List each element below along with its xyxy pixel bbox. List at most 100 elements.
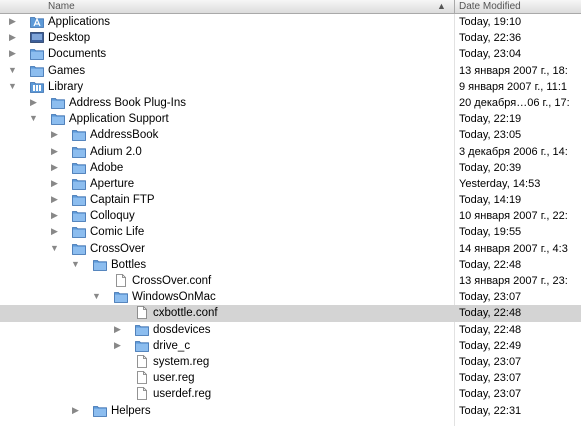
folder-icon (51, 112, 65, 126)
library-folder-icon (30, 80, 44, 93)
item-name: Captain FTP (90, 194, 155, 207)
list-item[interactable]: ▶ Colloquy 10 января 2007 г., 22: (0, 208, 581, 224)
item-name: system.reg (153, 355, 210, 368)
item-name: Comic Life (90, 226, 145, 239)
file-list: ▶ Applications Today, 19:10 ▶ Desktop Today, … (0, 14, 581, 419)
list-item[interactable]: user.reg Today, 23:07 (0, 370, 581, 386)
item-date-modified: Today, 22:31 (459, 404, 522, 417)
name-column-header[interactable]: Name ▲ (0, 0, 454, 13)
disclosure-collapsed-icon[interactable]: ▶ (50, 146, 59, 156)
list-item[interactable]: CrossOver.conf 13 января 2007 г., 23: (0, 273, 581, 289)
file-icon (135, 387, 149, 401)
list-item[interactable]: ▼ WindowsOnMac Today, 23:07 (0, 289, 581, 305)
item-name: CrossOver.conf (132, 275, 212, 287)
list-item[interactable]: system.reg Today, 23:07 (0, 354, 581, 370)
item-date-modified: Today, 14:19 (459, 194, 522, 207)
folder-icon (72, 177, 86, 190)
list-item[interactable]: ▼ Bottles Today, 22:48 (0, 257, 581, 273)
folder-icon (72, 145, 86, 158)
file-icon (135, 371, 149, 385)
list-item[interactable]: ▶ Desktop Today, 22:36 (0, 30, 581, 46)
disclosure-collapsed-icon[interactable]: ▶ (29, 97, 38, 107)
list-item[interactable]: ▶ Helpers Today, 22:31 (0, 403, 581, 419)
list-item[interactable]: userdef.reg Today, 23:07 (0, 386, 581, 402)
disclosure-expanded-icon[interactable]: ▼ (71, 259, 80, 269)
disclosure-collapsed-icon[interactable]: ▶ (8, 49, 17, 58)
list-item[interactable]: ▶ Aperture Yesterday, 14:53 (0, 176, 581, 192)
disclosure-expanded-icon[interactable]: ▼ (29, 114, 38, 123)
folder-icon (114, 290, 128, 304)
disclosure-collapsed-icon[interactable]: ▶ (113, 324, 122, 334)
folder-icon (72, 242, 86, 255)
item-name: user.reg (153, 372, 195, 385)
disclosure-expanded-icon[interactable]: ▼ (8, 65, 17, 75)
item-date-modified: Today, 22:36 (459, 32, 522, 45)
folder-icon (72, 209, 86, 223)
item-name: cxbottle.conf (153, 307, 218, 320)
disclosure-collapsed-icon[interactable]: ▶ (71, 405, 80, 415)
item-date-modified: 13 января 2007 г., 18: (459, 64, 568, 77)
item-name: Colloquy (90, 210, 135, 223)
disclosure-collapsed-icon[interactable]: ▶ (50, 227, 59, 236)
list-item[interactable]: ▶ Documents Today, 23:04 (0, 46, 581, 62)
list-item[interactable]: ▶ Comic Life Today, 19:55 (0, 224, 581, 240)
item-date-modified: 3 декабря 2006 г., 14: (459, 145, 568, 158)
item-date-modified: Today, 19:55 (459, 226, 522, 239)
disclosure-collapsed-icon[interactable]: ▶ (8, 17, 17, 26)
folder-icon (135, 339, 149, 352)
item-date-modified: Today, 22:48 (459, 258, 522, 271)
item-date-modified: 13 января 2007 г., 23: (459, 275, 568, 287)
list-item[interactable]: ▼ Library 9 января 2007 г., 11:1 (0, 79, 581, 95)
disclosure-collapsed-icon[interactable]: ▶ (50, 195, 59, 204)
disclosure-expanded-icon[interactable]: ▼ (8, 81, 17, 91)
disclosure-collapsed-icon[interactable]: ▶ (50, 130, 59, 139)
column-header: Name ▲ Date Modified (0, 0, 581, 14)
item-name: dosdevices (153, 323, 211, 336)
list-item[interactable]: ▶ Applications Today, 19:10 (0, 14, 581, 30)
list-item[interactable]: ▶ Adium 2.0 3 декабря 2006 г., 14: (0, 144, 581, 160)
list-item[interactable]: cxbottle.conf Today, 22:48 (0, 305, 581, 322)
file-icon (135, 306, 149, 320)
disclosure-collapsed-icon[interactable]: ▶ (113, 340, 122, 350)
list-item[interactable]: ▼ CrossOver 14 января 2007 г., 4:3 (0, 241, 581, 257)
name-column-label: Name (48, 1, 75, 12)
disclosure-collapsed-icon[interactable]: ▶ (50, 162, 59, 172)
disclosure-expanded-icon[interactable]: ▼ (50, 243, 59, 253)
item-name: Adobe (90, 161, 124, 174)
folder-icon (72, 225, 86, 239)
item-date-modified: 14 января 2007 г., 4:3 (459, 242, 568, 255)
item-date-modified: Today, 22:48 (459, 307, 522, 320)
item-name: Address Book Plug-Ins (69, 96, 186, 109)
folder-icon (135, 323, 149, 336)
item-date-modified: Today, 19:10 (459, 16, 522, 28)
item-name: Applications (48, 16, 111, 28)
disclosure-collapsed-icon[interactable]: ▶ (50, 211, 59, 220)
list-item[interactable]: ▶ Address Book Plug-Ins 20 декабря…06 г., … (0, 95, 581, 111)
list-item[interactable]: ▶ Adobe Today, 20:39 (0, 160, 581, 176)
disclosure-collapsed-icon[interactable]: ▶ (50, 178, 59, 188)
item-date-modified: Today, 23:07 (459, 291, 522, 304)
folder-icon (93, 258, 107, 271)
date-modified-column-label[interactable]: Date Modified (459, 0, 521, 13)
file-icon (114, 274, 128, 287)
disclosure-expanded-icon[interactable]: ▼ (92, 292, 101, 301)
disclosure-collapsed-icon[interactable]: ▶ (8, 33, 17, 42)
item-date-modified: Today, 20:39 (459, 161, 522, 174)
item-name: Adium 2.0 (90, 145, 142, 158)
list-item[interactable]: ▼ Games 13 января 2007 г., 18: (0, 63, 581, 79)
item-name: Helpers (111, 404, 151, 417)
desktop-icon (30, 31, 44, 44)
list-item[interactable]: ▶ drive_c Today, 22:49 (0, 338, 581, 354)
item-name: userdef.reg (153, 388, 212, 401)
list-item[interactable]: ▶ AddressBook Today, 23:05 (0, 127, 581, 143)
list-item[interactable]: ▶ dosdevices Today, 22:48 (0, 322, 581, 338)
list-item[interactable]: ▼ Application Support Today, 22:19 (0, 111, 581, 127)
item-date-modified: Today, 23:07 (459, 372, 522, 385)
folder-icon (72, 128, 86, 142)
item-name: Desktop (48, 32, 91, 45)
sort-ascending-icon: ▲ (437, 1, 446, 11)
list-item[interactable]: ▶ Captain FTP Today, 14:19 (0, 192, 581, 208)
column-divider[interactable] (454, 0, 455, 13)
item-date-modified: Yesterday, 14:53 (459, 177, 541, 190)
item-date-modified: 20 декабря…06 г., 17: (459, 96, 570, 109)
